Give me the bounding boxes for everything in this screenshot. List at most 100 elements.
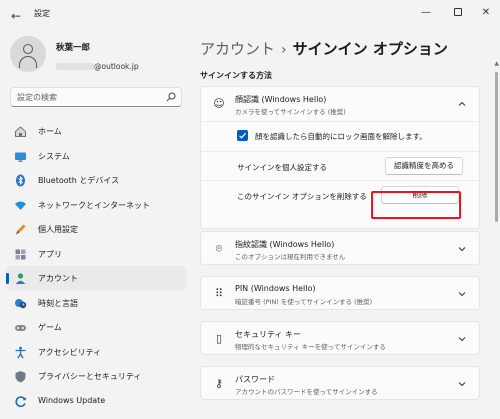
card-subtitle: 物理的なセキュリティ キーを使ってサインインする bbox=[235, 343, 386, 351]
breadcrumb-parent[interactable]: アカウント bbox=[200, 40, 275, 58]
sidebar-item-gaming[interactable]: ゲーム bbox=[6, 315, 186, 340]
sidebar-item-label: ゲーム bbox=[38, 323, 62, 332]
search-icon[interactable] bbox=[166, 92, 176, 102]
sidebar-item-label: アプリ bbox=[38, 249, 62, 259]
network-icon bbox=[15, 201, 26, 210]
security-key-icon: ▯ bbox=[215, 332, 223, 345]
card-title: パスワード bbox=[235, 375, 275, 384]
main-pane: アカウント › サインイン オプション サインインする方法 ☺ 顔認識 (Windo… bbox=[190, 30, 500, 419]
gaming-icon bbox=[15, 325, 26, 331]
sidebar-item-bluetooth[interactable]: Bluetooth とデバイス bbox=[6, 168, 186, 193]
sidebar-item-windows-update[interactable]: Windows Update bbox=[6, 389, 186, 414]
sidebar-item-label: 個人用設定 bbox=[38, 225, 78, 234]
personalization-icon bbox=[16, 224, 26, 235]
card-subtitle: このオプションは現在利用できません bbox=[235, 253, 346, 261]
pin-header: ⠿ PIN (Windows Hello) 暗証番号 (PIN) を使ってサイン… bbox=[201, 277, 479, 311]
face-icon: ☺ bbox=[213, 97, 225, 110]
personalize-label: サインインを個人設定する bbox=[237, 163, 327, 172]
chevron-down-icon bbox=[458, 292, 466, 297]
improve-recognition-button[interactable]: 認識精度を高める bbox=[385, 157, 463, 175]
scroll-up-arrow[interactable]: ▲ bbox=[494, 60, 499, 67]
sidebar-item-label: Windows Update bbox=[38, 395, 106, 405]
sidebar-item-system[interactable]: システム bbox=[6, 144, 186, 169]
user-card[interactable]: 秋葉一郎 @outlook.jp bbox=[10, 36, 190, 76]
pin-card[interactable]: ⠿ PIN (Windows Hello) 暗証番号 (PIN) を使ってサイン… bbox=[200, 276, 480, 310]
apps-icon bbox=[15, 249, 26, 259]
section-title: サインインする方法 bbox=[200, 71, 272, 80]
scrollbar[interactable] bbox=[495, 72, 498, 222]
auto-dismiss-row: 顔を認識したら自動的にロック画面を解除します。 bbox=[201, 122, 479, 151]
remove-row: このサインイン オプションを削除する 削除 bbox=[201, 180, 479, 209]
maximize-icon bbox=[454, 8, 462, 16]
chevron-up-icon[interactable] bbox=[457, 99, 467, 109]
sidebar-item-label: Bluetooth とデバイス bbox=[38, 176, 120, 185]
privacy-shield-icon bbox=[15, 371, 26, 383]
password-card[interactable]: ⚷ パスワード アカウントのパスワードを使ってサインインする bbox=[200, 366, 480, 400]
search-box[interactable] bbox=[10, 87, 182, 107]
security-key-card[interactable]: ▯ セキュリティ キー 物理的なセキュリティ キーを使ってサインインする bbox=[200, 321, 480, 355]
sidebar-item-privacy[interactable]: プライバシーとセキュリティ bbox=[6, 364, 186, 389]
auto-dismiss-checkbox[interactable] bbox=[237, 130, 248, 141]
user-name: 秋葉一郎 bbox=[56, 43, 91, 53]
card-title: セキュリティ キー bbox=[235, 330, 302, 339]
app-title: 設定 bbox=[34, 9, 50, 18]
time-language-icon bbox=[15, 298, 27, 308]
sidebar: 秋葉一郎 @outlook.jp ホーム システム bbox=[0, 30, 190, 419]
close-button[interactable]: ✕ bbox=[474, 4, 498, 22]
sidebar-item-label: プライバシーとセキュリティ bbox=[38, 372, 142, 381]
breadcrumb-separator: › bbox=[281, 42, 287, 58]
card-subtitle: 暗証番号 (PIN) を使ってサインインする (推奨) bbox=[235, 298, 373, 306]
checkmark-icon bbox=[239, 132, 246, 139]
card-title: 顔認識 (Windows Hello) bbox=[235, 95, 327, 104]
accessibility-icon bbox=[15, 346, 26, 358]
chevron-down-icon bbox=[458, 337, 466, 342]
bluetooth-icon bbox=[16, 174, 25, 187]
security-key-header: ▯ セキュリティ キー 物理的なセキュリティ キーを使ってサインインする bbox=[201, 322, 479, 356]
sidebar-item-label: システム bbox=[38, 151, 70, 161]
fingerprint-card[interactable]: ⌾ 指紋認識 (Windows Hello) このオプションは現在利用できません bbox=[200, 231, 480, 265]
system-icon bbox=[15, 152, 26, 162]
email-redacted bbox=[56, 63, 94, 70]
minimize-button[interactable]: — bbox=[414, 4, 438, 22]
sidebar-item-accounts[interactable]: アカウント bbox=[6, 266, 186, 291]
sidebar-item-label: 時刻と言語 bbox=[38, 298, 78, 308]
sidebar-item-apps[interactable]: アプリ bbox=[6, 242, 186, 267]
fingerprint-icon: ⌾ bbox=[215, 242, 223, 255]
page-title: サインイン オプション bbox=[292, 40, 448, 58]
personalize-row: サインインを個人設定する 認識精度を高める bbox=[201, 151, 479, 180]
windows-update-icon bbox=[15, 395, 26, 407]
remove-label: このサインイン オプションを削除する bbox=[237, 192, 367, 201]
card-title: PIN (Windows Hello) bbox=[235, 284, 316, 293]
face-recognition-header[interactable]: ☺ 顔認識 (Windows Hello) カメラを使ってサインインする (推奨… bbox=[201, 87, 479, 121]
title-bar: ← 設定 — ✕ bbox=[0, 0, 500, 30]
key-icon: ⚷ bbox=[214, 377, 224, 390]
email-domain: @outlook.jp bbox=[94, 62, 139, 71]
maximize-button[interactable] bbox=[446, 4, 470, 22]
back-button[interactable]: ← bbox=[6, 6, 26, 26]
sidebar-item-home[interactable]: ホーム bbox=[6, 119, 186, 144]
password-header: ⚷ パスワード アカウントのパスワードを使ってサインインする bbox=[201, 367, 479, 401]
chevron-down-icon bbox=[458, 382, 466, 387]
card-subtitle: カメラを使ってサインインする (推奨) bbox=[235, 108, 346, 116]
sidebar-nav: ホーム システム Bluetooth とデバイス ネットワークとインターネット bbox=[6, 119, 186, 413]
search-input[interactable] bbox=[17, 90, 157, 104]
auto-dismiss-label: 顔を認識したら自動的にロック画面を解除します。 bbox=[255, 132, 427, 141]
accounts-icon bbox=[15, 273, 26, 284]
sidebar-item-label: アクセシビリティ bbox=[38, 347, 102, 357]
avatar bbox=[10, 36, 46, 72]
sidebar-item-label: ホーム bbox=[38, 127, 62, 136]
sidebar-item-label: ネットワークとインターネット bbox=[38, 200, 150, 210]
breadcrumb: アカウント › サインイン オプション bbox=[200, 38, 448, 60]
fingerprint-header: ⌾ 指紋認識 (Windows Hello) このオプションは現在利用できません bbox=[201, 232, 479, 266]
remove-button[interactable]: 削除 bbox=[381, 186, 459, 204]
sidebar-item-accessibility[interactable]: アクセシビリティ bbox=[6, 340, 186, 365]
sidebar-item-network[interactable]: ネットワークとインターネット bbox=[6, 193, 186, 218]
sidebar-item-personalization[interactable]: 個人用設定 bbox=[6, 217, 186, 242]
face-recognition-card: ☺ 顔認識 (Windows Hello) カメラを使ってサインインする (推奨… bbox=[200, 86, 480, 229]
sidebar-item-time-language[interactable]: 時刻と言語 bbox=[6, 291, 186, 316]
card-title: 指紋認識 (Windows Hello) bbox=[235, 240, 335, 249]
sidebar-item-label: アカウント bbox=[38, 274, 78, 283]
user-email: @outlook.jp bbox=[56, 56, 139, 71]
home-icon bbox=[15, 126, 26, 137]
face-recognition-body: 顔を認識したら自動的にロック画面を解除します。 サインインを個人設定する 認識精… bbox=[201, 121, 479, 209]
